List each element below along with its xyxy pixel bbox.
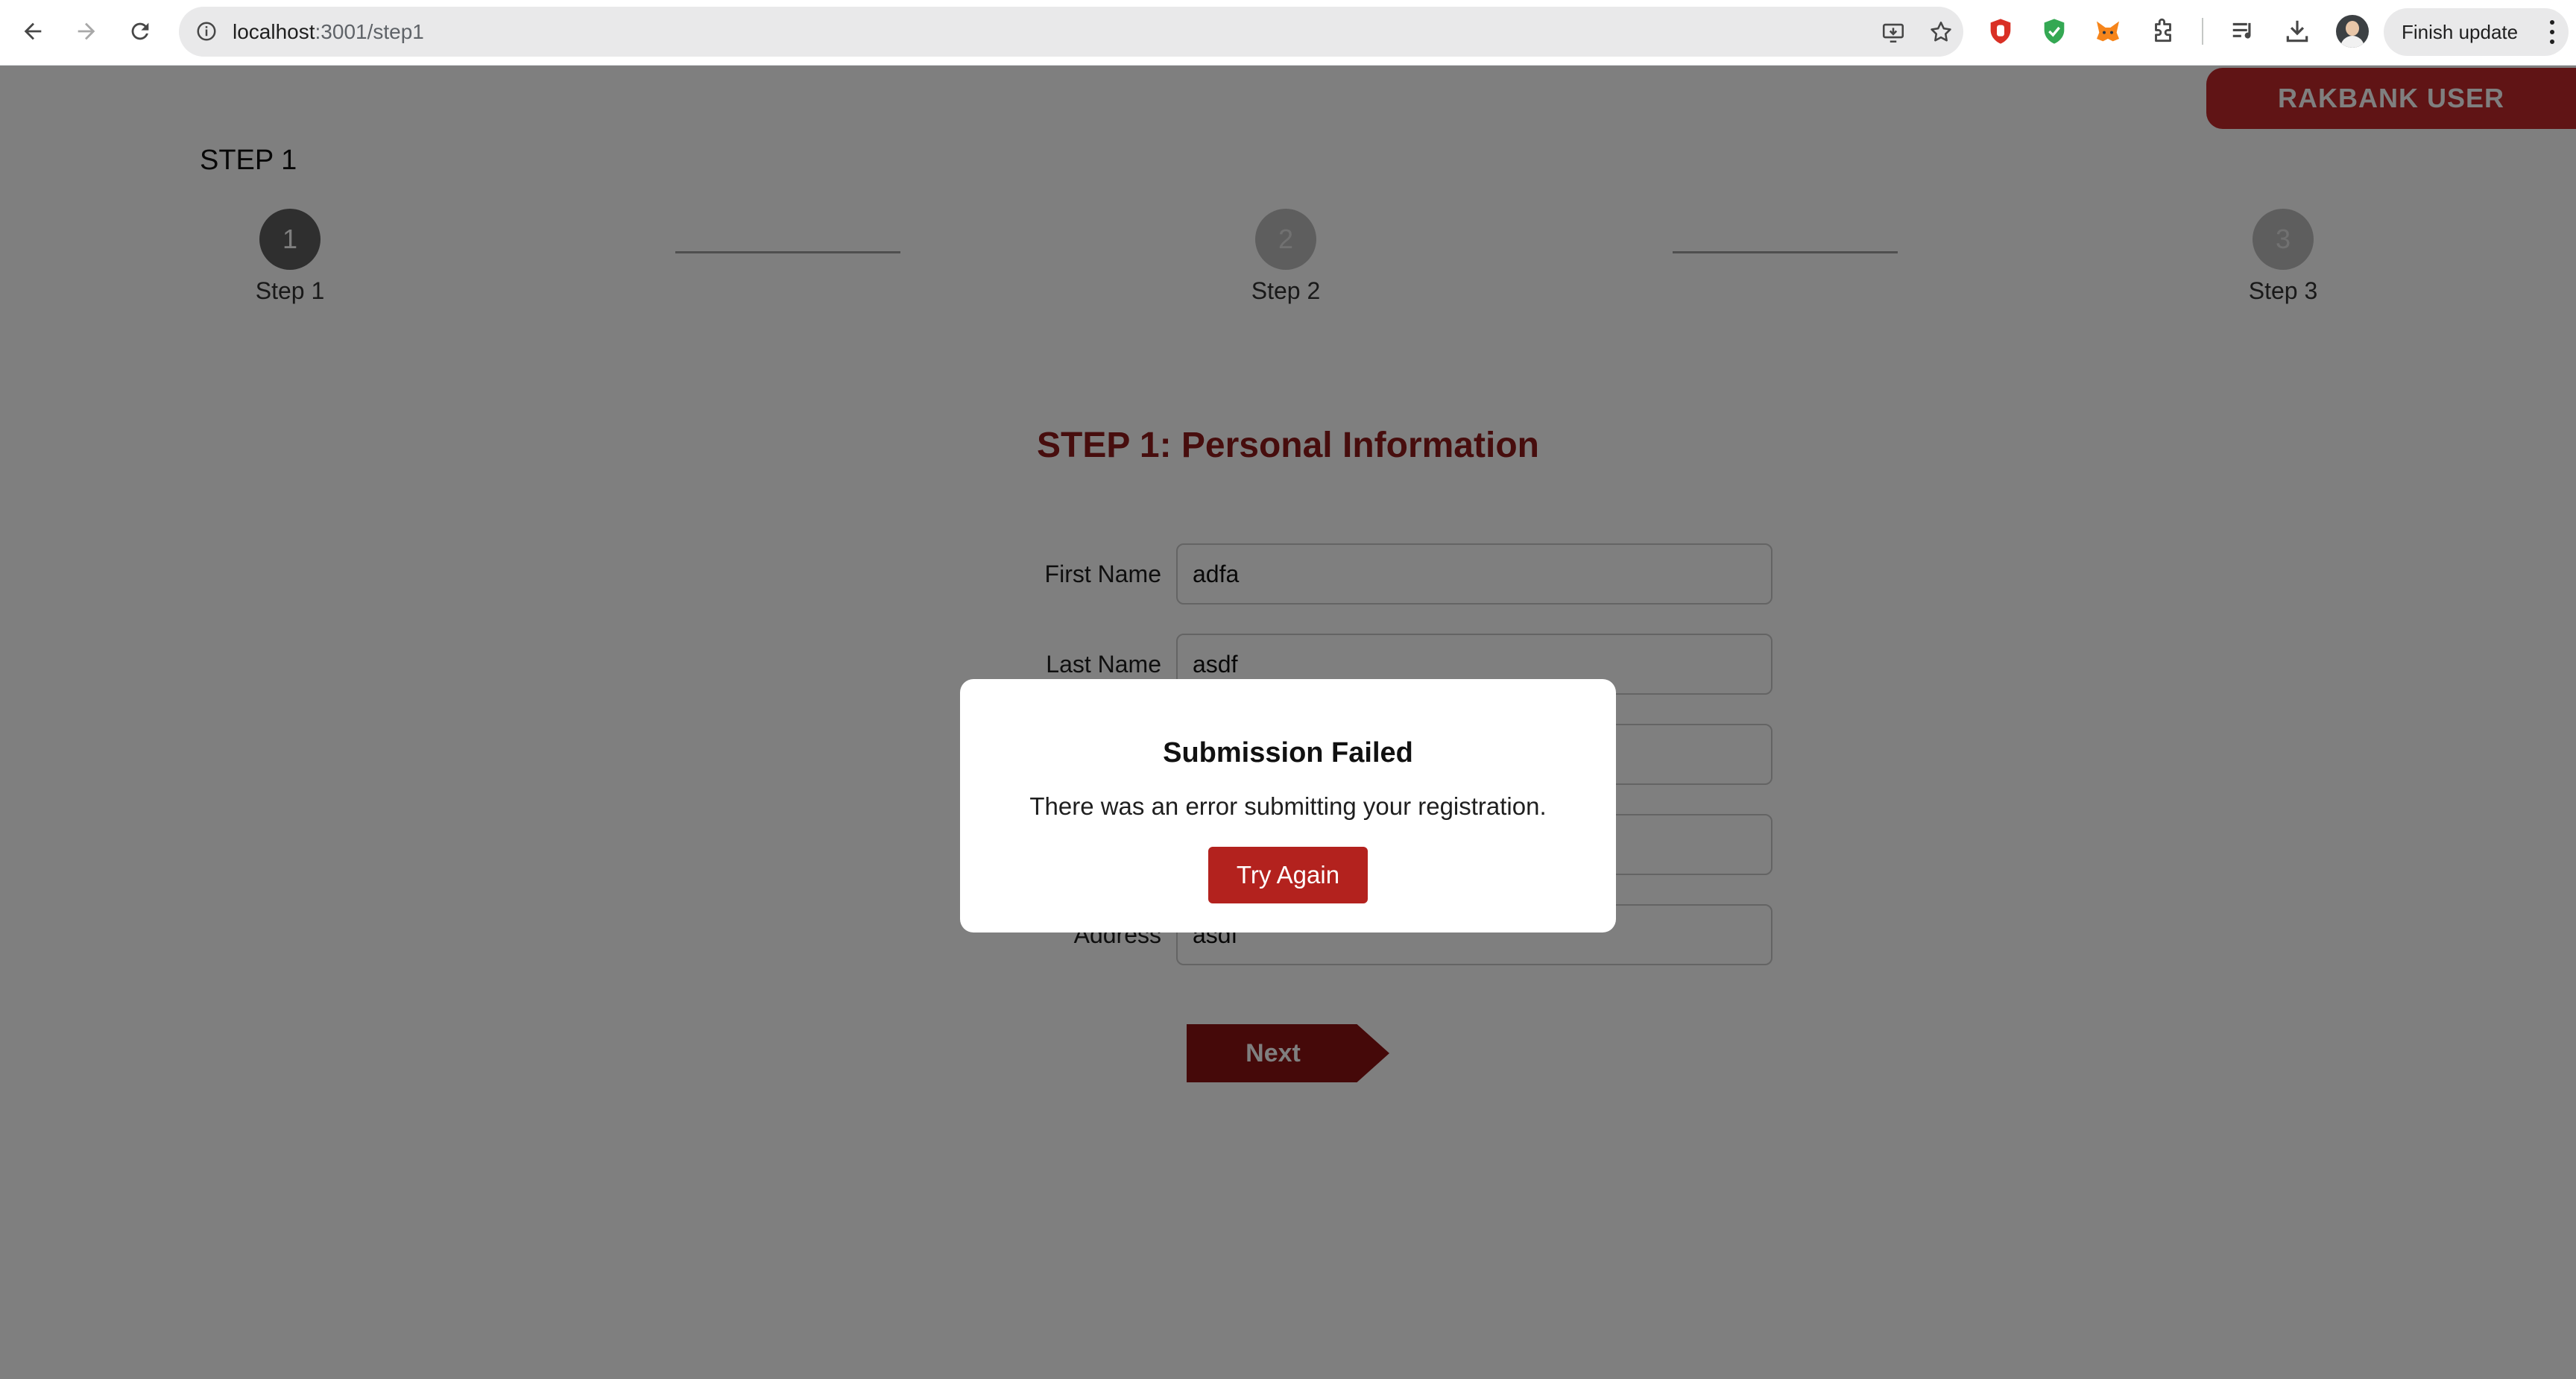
modal-title: Submission Failed <box>1163 737 1413 769</box>
url-path: :3001/step1 <box>315 20 424 43</box>
extension-shield-icon[interactable] <box>2038 15 2071 48</box>
forward-icon[interactable] <box>70 15 103 48</box>
metamask-fox-icon[interactable] <box>2092 15 2124 48</box>
browser-toolbar: localhost:3001/step1 Finish update <box>0 0 2576 66</box>
profile-avatar[interactable] <box>2336 15 2369 48</box>
back-icon[interactable] <box>16 15 49 48</box>
install-app-icon[interactable] <box>1878 17 1908 47</box>
toolbar-divider <box>2202 18 2203 45</box>
address-bar[interactable]: localhost:3001/step1 <box>179 7 1963 57</box>
url-host: localhost <box>233 20 315 43</box>
extensions-puzzle-icon[interactable] <box>2147 15 2179 48</box>
modal-message: There was an error submitting your regis… <box>1029 792 1547 820</box>
error-modal: Submission Failed There was an error sub… <box>960 679 1616 933</box>
avatar-face <box>2346 21 2359 36</box>
site-info-icon[interactable] <box>192 17 221 45</box>
finish-update-label: Finish update <box>2402 21 2519 43</box>
try-again-button[interactable]: Try Again <box>1208 847 1368 903</box>
reload-icon[interactable] <box>124 15 157 48</box>
extension-red-icon[interactable] <box>1984 15 2017 48</box>
avatar-body <box>2340 36 2364 48</box>
bookmark-star-icon[interactable] <box>1926 17 1956 47</box>
media-queue-icon[interactable] <box>2227 15 2260 48</box>
url-text[interactable]: localhost:3001/step1 <box>233 7 424 57</box>
kebab-menu-icon[interactable] <box>2549 19 2555 45</box>
finish-update-button[interactable]: Finish update <box>2384 8 2569 56</box>
downloads-icon[interactable] <box>2281 15 2314 48</box>
